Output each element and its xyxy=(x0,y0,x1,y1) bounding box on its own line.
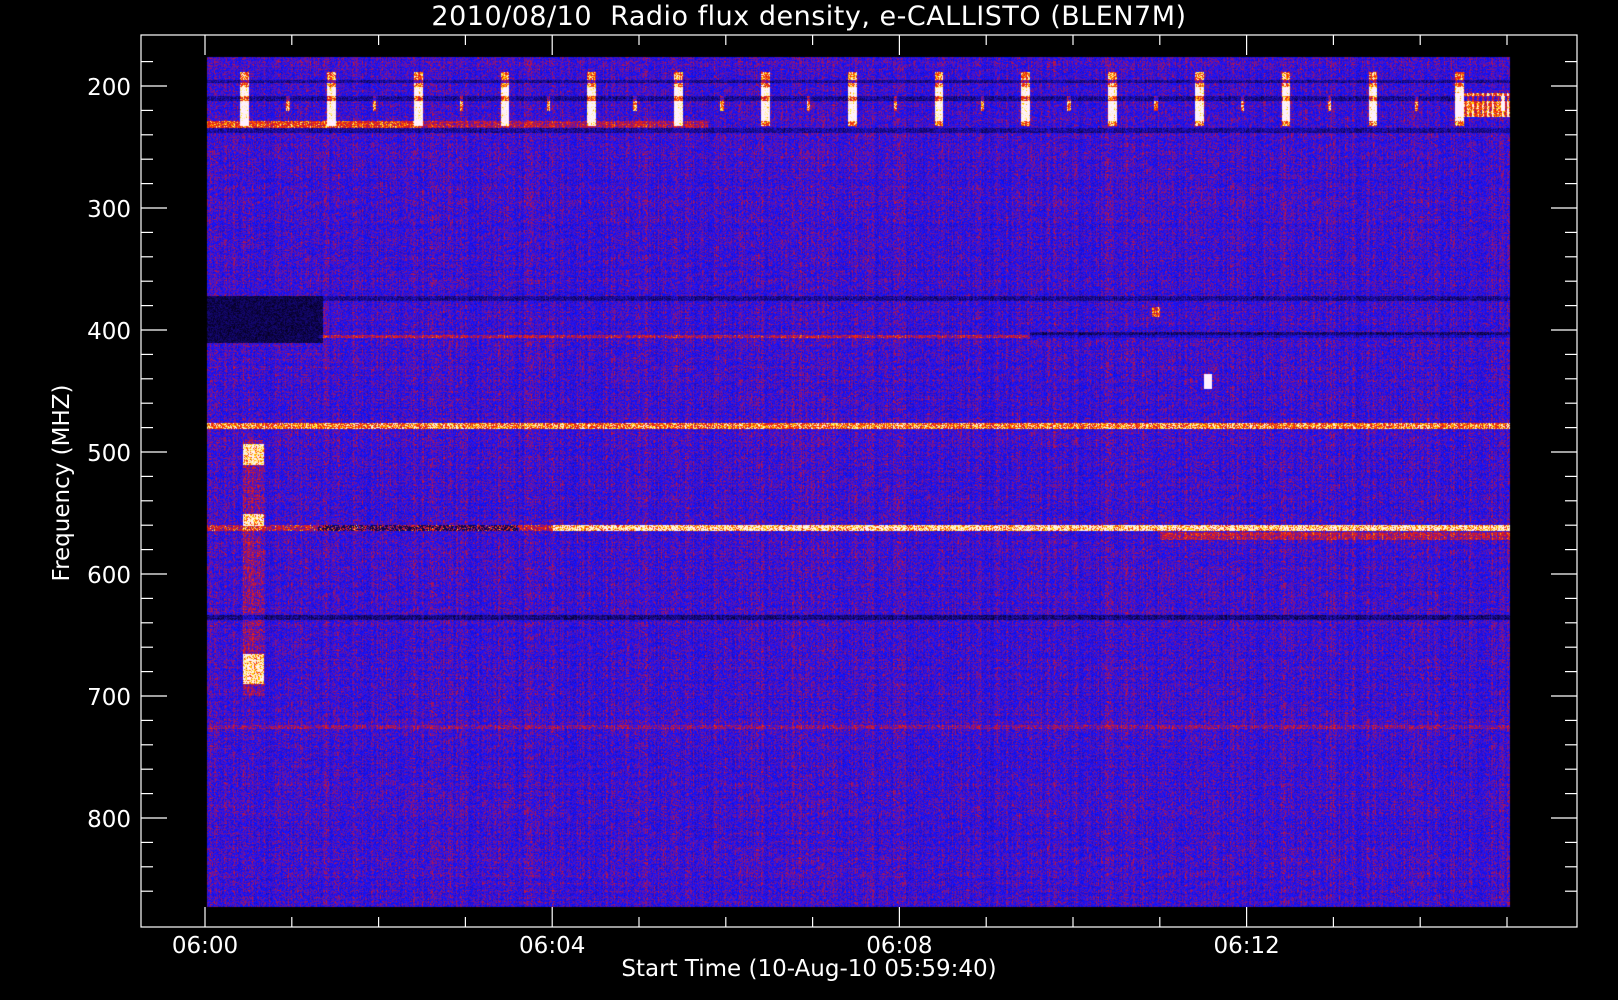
x-axis-label: Start Time (10-Aug-10 05:59:40) xyxy=(621,956,997,982)
y-axis-label: Frequency (MHZ) xyxy=(49,384,75,582)
chart-title: 2010/08/10 Radio flux density, e-CALLIST… xyxy=(431,1,1187,32)
spectrogram-canvas xyxy=(0,0,1618,1000)
